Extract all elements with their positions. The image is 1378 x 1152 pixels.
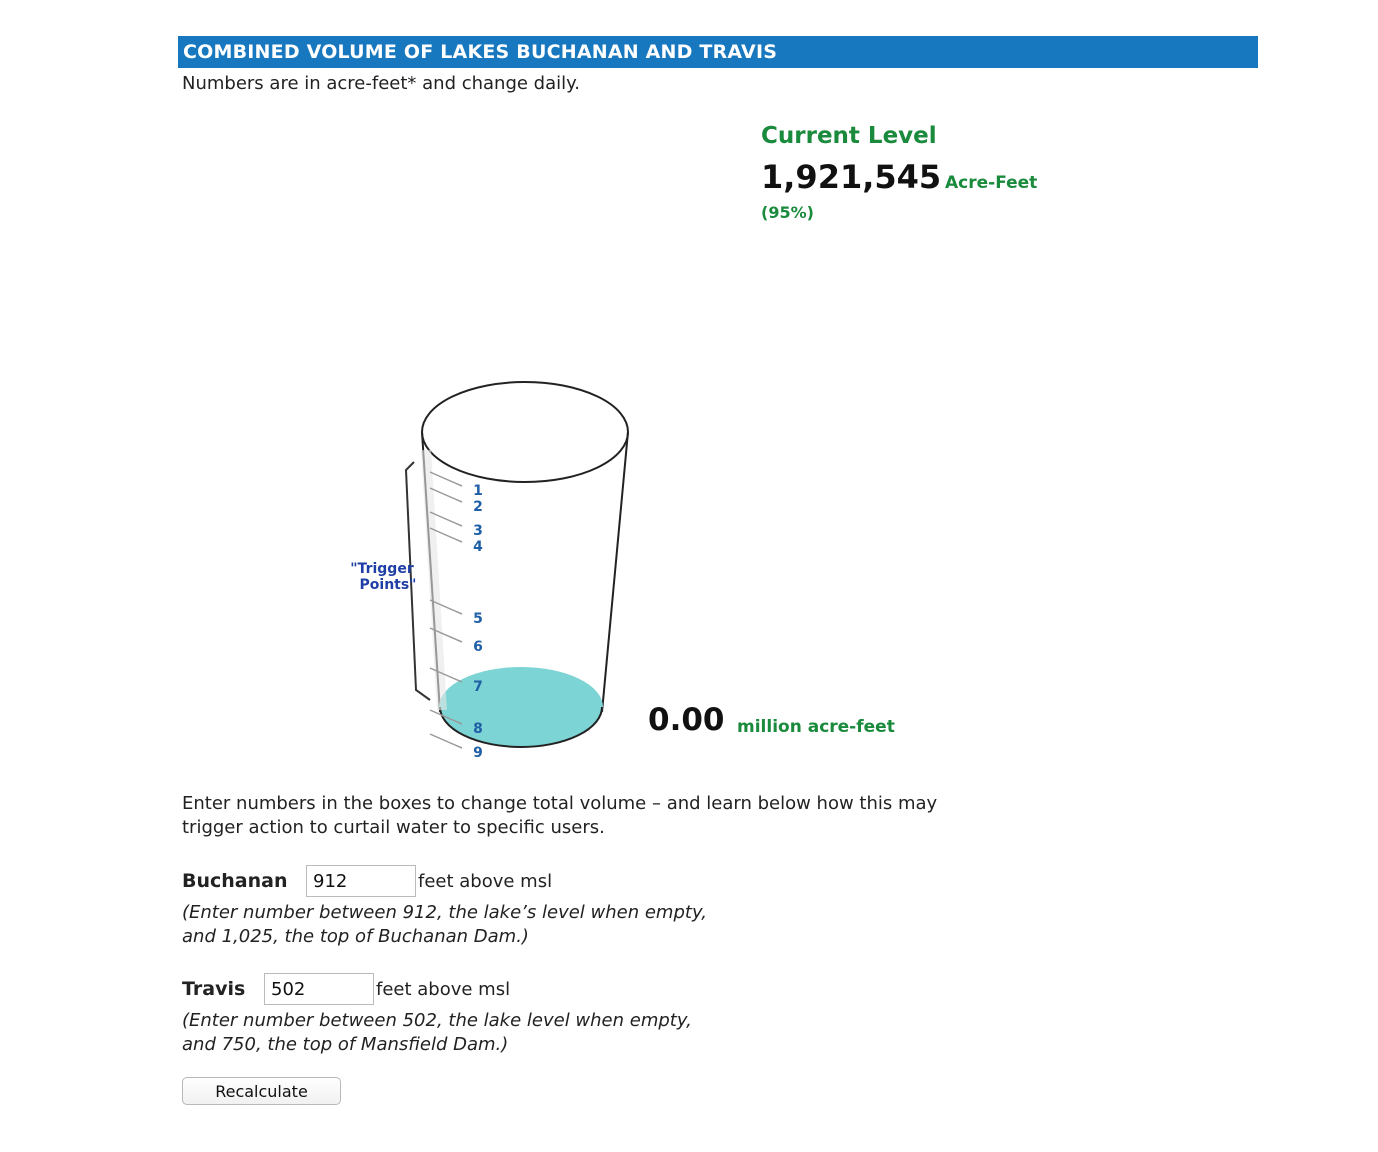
trigger-label-line2: Points": [360, 577, 417, 593]
recalculate-button[interactable]: Recalculate: [182, 1077, 341, 1105]
cup-right-wall: [601, 431, 629, 713]
tick-line: [429, 487, 463, 503]
cup: [421, 381, 629, 713]
volume-unit: million acre-feet: [737, 717, 895, 737]
buchanan-hint-line2: and 1,025, the top of Buchanan Dam.): [182, 926, 529, 947]
tick-label: 7: [473, 679, 483, 695]
trigger-label-line1: "Trigger: [350, 561, 414, 577]
buchanan-label: Buchanan: [182, 870, 288, 892]
buchanan-level-input[interactable]: [306, 865, 416, 897]
subtitle: Numbers are in acre-feet* and change dai…: [182, 73, 580, 94]
current-level-value: 1,921,545: [761, 158, 942, 196]
travis-unit: feet above msl: [376, 979, 511, 1000]
cup-rim: [421, 381, 629, 483]
tick-label: 9: [473, 745, 483, 761]
travis-label: Travis: [182, 978, 246, 1000]
buchanan-hint-line1: (Enter number between 912, the lake’s le…: [182, 902, 707, 923]
tick-label: 1: [473, 483, 483, 499]
current-level-percent: (95%): [761, 203, 814, 222]
tick-line: [429, 471, 463, 487]
tick-label: 4: [473, 539, 483, 555]
instructions-text: Enter numbers in the boxes to change tot…: [182, 793, 938, 838]
tick-line: [429, 733, 463, 749]
volume-cup-gauge: "Trigger Points" 123456789: [350, 381, 629, 761]
current-level-unit: Acre-Feet: [945, 173, 1038, 193]
tick-label: 2: [473, 499, 483, 515]
section-title: COMBINED VOLUME OF LAKES BUCHANAN AND TR…: [183, 41, 778, 63]
section-header: COMBINED VOLUME OF LAKES BUCHANAN AND TR…: [178, 36, 1258, 68]
tick-label: 3: [473, 523, 483, 539]
tick-label: 6: [473, 639, 483, 655]
travis-level-input[interactable]: [264, 973, 374, 1005]
tick-label: 5: [473, 611, 483, 627]
buchanan-unit: feet above msl: [418, 871, 553, 892]
current-level-label: Current Level: [761, 123, 937, 149]
travis-hint-line2: and 750, the top of Mansfield Dam.): [182, 1034, 509, 1055]
tick-line: [429, 667, 463, 683]
tick-label: 8: [473, 721, 483, 737]
volume-value: 0.00: [648, 702, 725, 738]
travis-hint-line1: (Enter number between 502, the lake leve…: [182, 1010, 692, 1031]
